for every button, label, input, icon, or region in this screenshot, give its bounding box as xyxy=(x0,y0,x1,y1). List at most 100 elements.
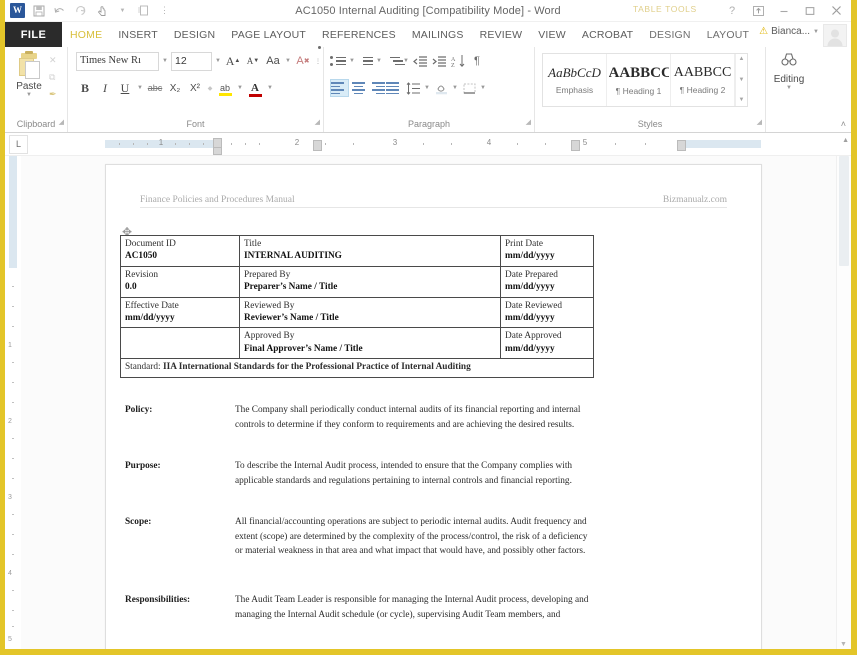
avatar[interactable] xyxy=(823,24,847,47)
horizontal-ruler[interactable]: 1 2 3 4 5 xyxy=(105,137,831,155)
numbered-list-icon[interactable] xyxy=(357,53,374,69)
tab-view[interactable]: VIEW xyxy=(530,22,574,47)
decrease-indent-icon[interactable] xyxy=(411,52,429,70)
styles-more-icon[interactable]: ▼ xyxy=(739,97,745,104)
change-case-chevron-down-icon[interactable]: ▼ xyxy=(284,58,292,64)
table-row[interactable]: Standard: IIA International Standards fo… xyxy=(120,358,594,378)
tab-references[interactable]: REFERENCES xyxy=(314,22,404,47)
change-case-icon[interactable]: Aa xyxy=(264,52,282,70)
account-menu[interactable]: ⚠ Bianca... ▼ xyxy=(759,26,819,37)
shading-chevron-down-icon[interactable]: ▼ xyxy=(451,85,459,91)
font-size-input[interactable]: 12 xyxy=(171,51,212,71)
touch-mode-chevron-icon[interactable]: ▼ xyxy=(113,2,132,20)
section-responsibilities[interactable]: Responsibilities: The Audit Team Leader … xyxy=(120,593,590,622)
styles-dialog-launcher-icon[interactable]: ◢ xyxy=(757,115,762,130)
scrollbar-thumb[interactable] xyxy=(839,156,849,266)
tab-file[interactable]: FILE xyxy=(5,22,62,47)
undo-icon[interactable] xyxy=(50,2,69,20)
table-row[interactable]: Approved By Final Approver’s Name / Titl… xyxy=(120,327,594,360)
font-color-icon[interactable]: A xyxy=(246,79,264,97)
maximize-button[interactable] xyxy=(797,0,823,21)
styles-scroll[interactable]: ▲ ▼ ▼ xyxy=(735,54,747,106)
strikethrough-icon[interactable]: abc xyxy=(146,79,164,97)
font-name-chevron-down-icon[interactable]: ▼ xyxy=(161,58,169,64)
align-left-icon[interactable] xyxy=(330,79,349,97)
paste-button[interactable]: Paste ▼ xyxy=(9,51,49,98)
tab-mailings[interactable]: MAILINGS xyxy=(404,22,472,47)
tab-insert[interactable]: INSERT xyxy=(110,22,166,47)
table-row[interactable]: Document ID AC1050 Title INTERNAL AUDITI… xyxy=(120,235,594,267)
cut-icon[interactable]: ✕ xyxy=(49,55,57,65)
scroll-up-icon[interactable]: ▲ xyxy=(842,137,849,144)
ribbon-display-options-button[interactable] xyxy=(745,0,771,21)
cell-date-prepared[interactable]: Date Prepared mm/dd/yyyy xyxy=(500,265,594,298)
save-icon[interactable] xyxy=(29,2,48,20)
document-canvas[interactable]: Finance Policies and Procedures Manual B… xyxy=(21,156,836,649)
paste-chevron-down-icon[interactable]: ▼ xyxy=(26,92,32,98)
tab-page-layout[interactable]: PAGE LAYOUT xyxy=(223,22,314,47)
styles-scroll-up-icon[interactable]: ▲ xyxy=(739,56,745,63)
grow-font-icon[interactable]: A ▲ xyxy=(224,52,242,70)
borders-chevron-down-icon[interactable]: ▼ xyxy=(479,85,487,91)
scrollbar-down-icon[interactable]: ▼ xyxy=(840,641,847,648)
shrink-font-icon[interactable]: A ▼ xyxy=(244,52,262,70)
cell-reviewed-by[interactable]: Reviewed By Reviewer’s Name / Title xyxy=(239,296,501,329)
sort-icon[interactable]: AZ xyxy=(449,52,467,70)
increase-indent-icon[interactable] xyxy=(430,52,448,70)
style-item-emphasis[interactable]: AaBbCcD Emphasis xyxy=(543,54,607,106)
styles-scroll-down-icon[interactable]: ▼ xyxy=(739,77,745,84)
multilevel-list-icon[interactable] xyxy=(384,53,405,69)
font-dialog-launcher-icon[interactable]: ◢ xyxy=(315,115,320,130)
tab-table-layout[interactable]: LAYOUT xyxy=(699,22,757,47)
text-highlight-color-icon[interactable]: ab xyxy=(216,79,234,97)
quick-print-icon[interactable] xyxy=(134,2,153,20)
vertical-ruler[interactable]: 1 2 3 4 5 xyxy=(5,156,21,649)
format-painter-icon[interactable]: ✒ xyxy=(49,89,57,99)
close-button[interactable] xyxy=(823,0,849,21)
cell-empty[interactable] xyxy=(120,327,240,360)
justify-icon[interactable] xyxy=(386,80,403,96)
subscript-icon[interactable]: X₂ xyxy=(166,79,184,97)
shading-icon[interactable] xyxy=(432,79,450,97)
font-size-chevron-down-icon[interactable]: ▼ xyxy=(214,58,222,64)
vertical-scrollbar[interactable]: ▲ ▼ xyxy=(836,156,851,649)
touch-mouse-mode-icon[interactable] xyxy=(92,2,111,20)
editing-button[interactable]: Editing ▼ xyxy=(766,47,812,91)
bold-icon[interactable]: B xyxy=(76,79,94,97)
table-row[interactable]: Revision 0.0 Prepared By Preparer’s Name… xyxy=(120,265,594,298)
show-formatting-marks-icon[interactable]: ¶ xyxy=(468,52,486,70)
section-policy[interactable]: Policy: The Company shall periodically c… xyxy=(120,403,590,432)
cell-title[interactable]: Title INTERNAL AUDITING xyxy=(239,235,501,267)
font-name-input[interactable]: Times New Rı xyxy=(76,51,159,71)
tab-review[interactable]: REVIEW xyxy=(472,22,531,47)
cell-approved-by[interactable]: Approved By Final Approver’s Name / Titl… xyxy=(239,327,501,360)
first-line-indent-marker[interactable] xyxy=(213,147,222,155)
clear-formatting-icon[interactable]: A ✖ xyxy=(294,52,312,70)
cell-date-approved[interactable]: Date Approved mm/dd/yyyy xyxy=(500,327,594,360)
numbered-list-chevron-down-icon[interactable]: ▼ xyxy=(375,58,383,64)
tab-table-design[interactable]: DESIGN xyxy=(641,22,698,47)
bullet-list-chevron-down-icon[interactable]: ▼ xyxy=(348,58,356,64)
section-purpose[interactable]: Purpose: To describe the Internal Audit … xyxy=(120,459,590,488)
bullet-list-icon[interactable] xyxy=(330,53,347,69)
italic-icon[interactable]: I xyxy=(96,79,114,97)
underline-icon[interactable]: U xyxy=(116,79,134,97)
line-spacing-chevron-down-icon[interactable]: ▼ xyxy=(423,85,431,91)
document-page[interactable]: Finance Policies and Procedures Manual B… xyxy=(105,164,762,649)
cell-print-date[interactable]: Print Date mm/dd/yyyy xyxy=(500,235,594,267)
cell-revision[interactable]: Revision 0.0 xyxy=(120,265,240,298)
customize-quick-access-icon[interactable]: ⋮ xyxy=(155,2,174,20)
minimize-button[interactable] xyxy=(771,0,797,21)
cell-effective-date[interactable]: Effective Date mm/dd/yyyy xyxy=(120,296,240,329)
highlight-chevron-down-icon[interactable]: ▼ xyxy=(236,85,244,91)
text-effects-icon[interactable]: ◆ xyxy=(206,85,214,92)
editing-chevron-down-icon[interactable]: ▼ xyxy=(786,85,792,91)
multilevel-list-chevron-down-icon[interactable]: ▼ xyxy=(402,58,410,64)
tab-home[interactable]: HOME xyxy=(62,22,110,47)
line-spacing-icon[interactable] xyxy=(404,79,422,97)
collapse-ribbon-icon[interactable]: ˄ xyxy=(841,119,846,129)
right-indent-marker[interactable] xyxy=(677,140,686,151)
tab-design[interactable]: DESIGN xyxy=(166,22,223,47)
copy-icon[interactable]: ⧉ xyxy=(49,72,57,82)
tab-acrobat[interactable]: ACROBAT xyxy=(574,22,641,47)
